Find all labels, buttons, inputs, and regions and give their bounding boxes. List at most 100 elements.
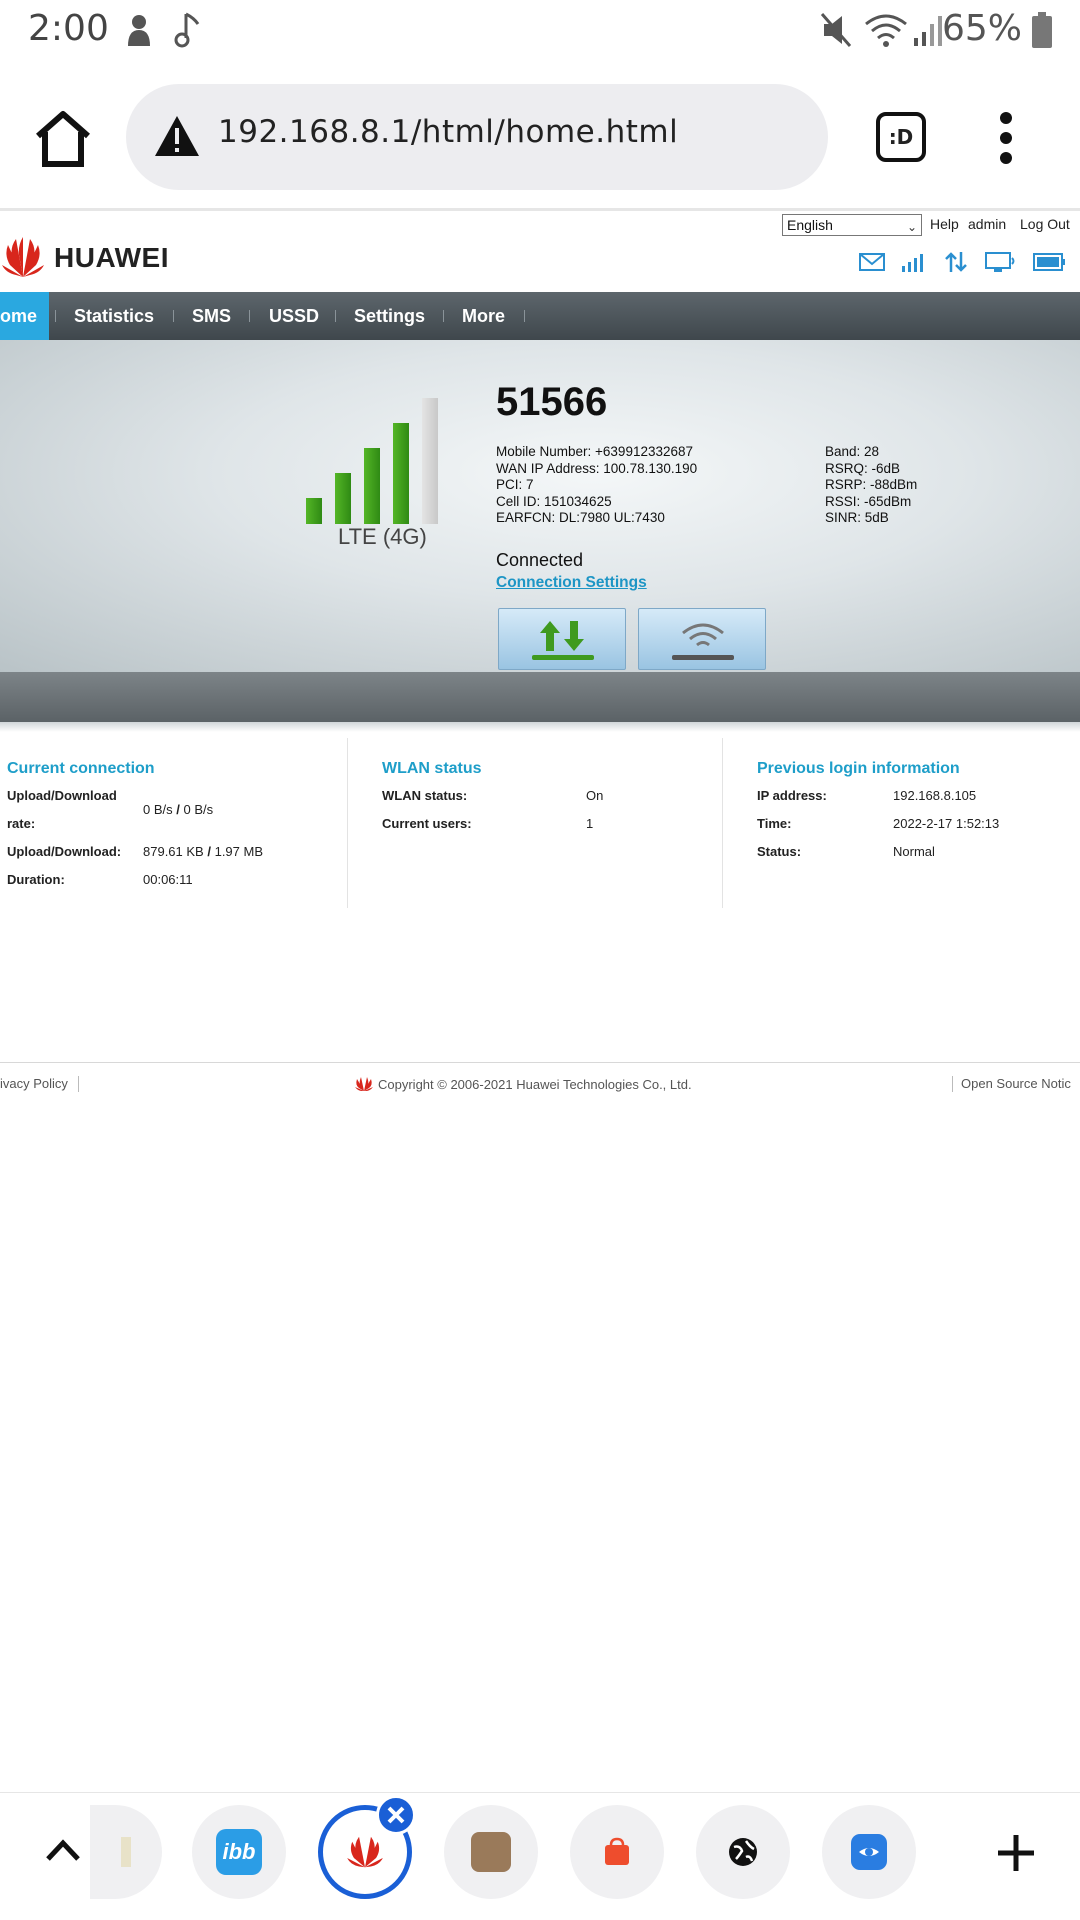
tab-thumbnail[interactable]	[90, 1805, 162, 1899]
huawei-logo-icon	[2, 237, 44, 277]
nav-item-ussd[interactable]: USSD	[269, 292, 319, 340]
copyright-text: Copyright © 2006-2021 Huawei Technologie…	[378, 1076, 692, 1092]
tab-thumbnail[interactable]	[444, 1805, 538, 1899]
tab-strip: ibb	[0, 1792, 1080, 1920]
rate-row: Upload/Download 0 B/s / 0 B/s	[7, 788, 347, 817]
tab-thumbnail-ibb[interactable]: ibb	[192, 1805, 286, 1899]
copyright: Copyright © 2006-2021 Huawei Technologie…	[354, 1076, 692, 1092]
huawei-logo-icon	[355, 1077, 373, 1091]
wlan-status-panel: WLAN status WLAN status: On Current user…	[382, 760, 722, 844]
footer-divider	[0, 1062, 1080, 1063]
duration-label: Duration:	[7, 872, 65, 887]
total-download: 1.97 MB	[214, 844, 264, 859]
band: Band: 28	[825, 444, 880, 459]
nav-separator	[173, 310, 174, 322]
wlan-status-label: WLAN status:	[382, 788, 468, 803]
connected-device-icon	[985, 252, 1015, 272]
mail-icon[interactable]	[858, 250, 886, 274]
nav-item-sms[interactable]: SMS	[192, 292, 231, 340]
data-transfer-icon	[945, 252, 967, 272]
close-tab-button[interactable]	[376, 1795, 416, 1835]
nav-item-more[interactable]: More	[462, 292, 505, 340]
sinr: SINR: 5dB	[825, 510, 889, 525]
help-link[interactable]: Help	[930, 216, 959, 232]
panel-title: Current connection	[7, 760, 155, 777]
signal-bar	[364, 448, 380, 524]
app-favicon-icon	[851, 1834, 887, 1870]
connection-settings-link[interactable]: Connection Settings	[496, 574, 647, 592]
connection-status: Connected	[496, 550, 584, 570]
ibb-favicon: ibb	[216, 1829, 262, 1875]
logout-link[interactable]: Log Out	[1020, 216, 1070, 232]
current-users-label: Current users:	[382, 816, 472, 831]
cell-id: Cell ID: 151034625	[496, 493, 612, 509]
url-text[interactable]: 192.168.8.1/html/home.html	[218, 114, 678, 150]
rsrp: RSRP: -88dBm	[825, 477, 918, 492]
time-label: Time:	[757, 816, 792, 831]
nav-separator	[524, 310, 525, 322]
current-connection-panel: Current connection Upload/Download 0 B/s…	[7, 760, 347, 900]
tab-thumbnail[interactable]	[696, 1805, 790, 1899]
nav-separator	[335, 310, 336, 322]
home-icon[interactable]	[30, 106, 96, 172]
network-name: 51566	[496, 380, 608, 424]
status-row: Status: Normal	[757, 844, 1080, 872]
rate-row-cont: rate:	[7, 816, 347, 844]
hero-divider-band	[0, 672, 1080, 722]
total-separator: /	[207, 844, 211, 859]
ip-label: IP address:	[757, 788, 827, 803]
nav-separator	[443, 310, 444, 322]
language-value: English	[787, 217, 833, 233]
panel-title: Previous login information	[757, 760, 960, 777]
total-upload: 879.61 KB	[143, 844, 204, 859]
footer-separator	[952, 1076, 953, 1092]
wlan-status-row: WLAN status: On	[382, 788, 722, 816]
wan-ip-address: WAN IP Address: 100.78.130.190	[496, 460, 698, 476]
tab-thumbnail[interactable]	[822, 1805, 916, 1899]
tab-thumbnail[interactable]	[570, 1805, 664, 1899]
time-value: 2022-2-17 1:52:13	[893, 816, 1000, 831]
nav-item-statistics[interactable]: Statistics	[74, 292, 154, 340]
toolbar-divider	[0, 208, 1080, 211]
ip-value: 192.168.8.105	[893, 788, 977, 803]
mobile-data-toggle[interactable]	[498, 608, 626, 670]
nav-separator	[55, 310, 56, 322]
wlan-toggle[interactable]	[638, 608, 766, 670]
status-time: 2:00	[28, 8, 109, 49]
chevron-up-icon[interactable]	[44, 1837, 82, 1863]
tab-switcher-button[interactable]: :D	[876, 112, 926, 162]
panel-title: WLAN status	[382, 760, 482, 777]
signal-strength-icon	[902, 254, 923, 272]
band-shadow	[0, 722, 1080, 732]
more-menu-icon[interactable]	[996, 110, 1016, 166]
open-source-notice-link[interactable]: Open Source Notic	[961, 1076, 1071, 1091]
address-bar[interactable]: 192.168.8.1/html/home.html	[126, 84, 828, 190]
huawei-logo-icon	[347, 1836, 383, 1868]
nav-separator	[249, 310, 250, 322]
previous-login-panel: Previous login information IP address: 1…	[757, 760, 1080, 872]
router-header: English ⌄ Help admin Log Out HUAWEI	[0, 212, 1080, 292]
nav-item-home[interactable]: ome	[0, 292, 50, 340]
rsrq: RSRQ: -6dB	[825, 460, 901, 476]
status-bar: 2:00 65%	[0, 0, 1080, 64]
admin-link[interactable]: admin	[968, 216, 1006, 232]
close-icon	[387, 1806, 405, 1824]
battery-icon	[1032, 12, 1052, 48]
pci: PCI: 7	[496, 477, 534, 492]
warning-icon[interactable]	[152, 112, 202, 162]
status-value: Normal	[893, 844, 935, 859]
cell-signal-icon	[914, 16, 942, 46]
upload-rate: 0 B/s	[143, 802, 173, 817]
network-info-right: Band: 28 RSRQ: -6dB RSRP: -88dBm RSSI: -…	[825, 444, 917, 527]
brand: HUAWEI	[0, 230, 169, 286]
privacy-policy-link[interactable]: ivacy Policy	[0, 1076, 68, 1091]
new-tab-icon[interactable]	[996, 1833, 1036, 1873]
mute-icon	[820, 13, 852, 47]
rate-label: Upload/Download	[7, 788, 117, 803]
mobile-number: Mobile Number: +639912332687	[496, 444, 694, 459]
nav-item-settings[interactable]: Settings	[354, 292, 425, 340]
router-status-icons	[858, 250, 1066, 274]
network-info-left: Mobile Number: +639912332687 WAN IP Addr…	[496, 444, 697, 527]
total-label: Upload/Download:	[7, 844, 122, 859]
language-select[interactable]: English ⌄	[782, 214, 922, 236]
